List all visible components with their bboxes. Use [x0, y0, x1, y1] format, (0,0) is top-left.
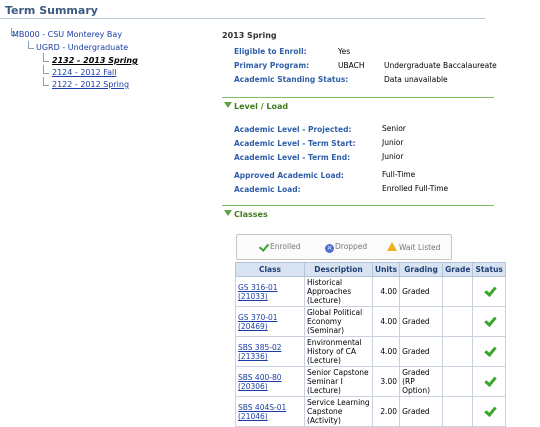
- level-load-section[interactable]: Level / Load: [222, 97, 494, 111]
- class-grading: Graded: [399, 306, 444, 337]
- academic-load-value: Enrolled Full-Time: [382, 184, 449, 193]
- class-grade: [442, 276, 474, 307]
- class-link[interactable]: SBS 400-80: [238, 373, 302, 382]
- class-link[interactable]: GS 370-01: [238, 313, 302, 322]
- col-status: Status: [472, 262, 506, 277]
- enrolled-check-icon: [483, 375, 495, 387]
- program-value: Undergraduate Baccalaureate: [384, 61, 497, 70]
- class-description: Service Learning Capstone (Activity): [304, 396, 373, 427]
- class-units: 4.00: [371, 306, 401, 337]
- term-title: 2013 Spring: [222, 31, 277, 40]
- tree-campus[interactable]: MB000 - CSU Monterey Bay: [12, 30, 122, 39]
- enrolled-check-icon: [483, 345, 495, 357]
- table-row: GS 370-01 (20469) Global Political Econom…: [235, 306, 506, 337]
- class-link[interactable]: SBS 385-02: [238, 343, 302, 352]
- program-code: UBACH: [338, 61, 365, 70]
- class-number-link[interactable]: (20306): [238, 382, 302, 391]
- class-link[interactable]: SBS 404S-01: [238, 403, 302, 412]
- tree-career[interactable]: UGRD - Undergraduate: [36, 43, 128, 52]
- class-units: 4.00: [371, 336, 401, 367]
- x-circle-icon: ×: [325, 244, 334, 253]
- page-title: Term Summary: [5, 4, 98, 17]
- academic-load-label: Academic Load:: [234, 185, 301, 194]
- section-title: Level / Load: [234, 102, 289, 111]
- level-projected-value: Senior: [382, 124, 406, 133]
- table-row: SBS 385-02 (21336) Environmental History …: [235, 336, 506, 367]
- tree-connector: [43, 53, 49, 62]
- class-grade: [442, 306, 474, 337]
- term-summary-header: Term Summary: [0, 0, 485, 19]
- col-grade: Grade: [442, 262, 474, 277]
- legend-waitlisted-label: Wait Listed: [399, 243, 441, 252]
- table-row: GS 316-01 (21033) Historical Approaches (…: [235, 276, 506, 307]
- eligible-label: Eligible to Enroll:: [234, 47, 307, 56]
- section-title: Classes: [234, 210, 268, 219]
- tree-term-current[interactable]: 2132 - 2013 Spring: [52, 56, 138, 65]
- level-term-start-value: Junior: [382, 138, 404, 147]
- class-number-link[interactable]: (20469): [238, 322, 302, 331]
- class-description: Senior Capstone Seminar I (Lecture): [304, 366, 373, 397]
- class-number-link[interactable]: (21033): [238, 292, 302, 301]
- approved-load-label: Approved Academic Load:: [234, 171, 344, 180]
- col-units: Units: [371, 262, 401, 277]
- tree-term-link[interactable]: 2124 - 2012 Fall: [52, 68, 116, 77]
- warning-icon: [387, 242, 397, 251]
- class-grade: [442, 336, 474, 367]
- legend-waitlisted: Wait Listed: [387, 242, 440, 252]
- level-term-end-label: Academic Level - Term End:: [234, 153, 351, 162]
- tree-connector: [28, 41, 34, 49]
- level-projected-label: Academic Level - Projected:: [234, 125, 352, 134]
- class-description: Environmental History of CA (Lecture): [304, 336, 373, 367]
- level-term-end-value: Junior: [382, 152, 404, 161]
- collapse-chevron-icon[interactable]: [224, 102, 232, 108]
- approved-load-value: Full-Time: [382, 170, 416, 179]
- class-grade: [442, 396, 474, 427]
- class-units: 4.00: [371, 276, 401, 307]
- enrolled-check-icon: [483, 315, 495, 327]
- col-grading: Grading: [399, 262, 444, 277]
- class-grading: Graded: [399, 336, 444, 367]
- program-label: Primary Program:: [234, 61, 310, 70]
- class-number-link[interactable]: (21046): [238, 412, 302, 421]
- legend-dropped: × Dropped: [325, 242, 367, 253]
- standing-value: Data unavailable: [384, 75, 448, 84]
- standing-label: Academic Standing Status:: [234, 75, 349, 84]
- col-class: Class: [235, 262, 305, 277]
- tree-connector: [43, 65, 49, 74]
- class-grading: Graded: [399, 276, 444, 307]
- classes-section[interactable]: Classes: [222, 205, 494, 219]
- class-number-link[interactable]: (21336): [238, 352, 302, 361]
- class-link[interactable]: GS 316-01: [238, 283, 302, 292]
- tree-connector: [43, 77, 49, 86]
- eligible-value: Yes: [338, 47, 351, 56]
- col-description: Description: [304, 262, 373, 277]
- status-legend: Enrolled × Dropped Wait Listed: [236, 234, 452, 260]
- collapse-chevron-icon[interactable]: [224, 210, 232, 216]
- class-grade: [442, 366, 474, 397]
- class-description: Global Political Economy (Seminar): [304, 306, 373, 337]
- legend-enrolled: Enrolled: [259, 242, 301, 251]
- class-grading: Graded: [399, 396, 444, 427]
- check-icon: [259, 242, 269, 251]
- class-grading: Graded (RP Option): [399, 366, 444, 397]
- class-units: 3.00: [371, 366, 401, 397]
- enrolled-check-icon: [483, 285, 495, 297]
- legend-enrolled-label: Enrolled: [270, 242, 301, 251]
- classes-table: Class Description Units Grading Grade St…: [235, 262, 506, 427]
- table-row: SBS 400-80 (20306) Senior Capstone Semina…: [235, 366, 506, 397]
- table-row: SBS 404S-01 (21046) Service Learning Caps…: [235, 396, 506, 427]
- tree-term-link[interactable]: 2122 - 2012 Spring: [52, 80, 129, 89]
- legend-dropped-label: Dropped: [335, 242, 368, 251]
- table-header-row: Class Description Units Grading Grade St…: [235, 262, 506, 277]
- class-description: Historical Approaches (Lecture): [304, 276, 373, 307]
- class-units: 2.00: [371, 396, 401, 427]
- level-term-start-label: Academic Level - Term Start:: [234, 139, 356, 148]
